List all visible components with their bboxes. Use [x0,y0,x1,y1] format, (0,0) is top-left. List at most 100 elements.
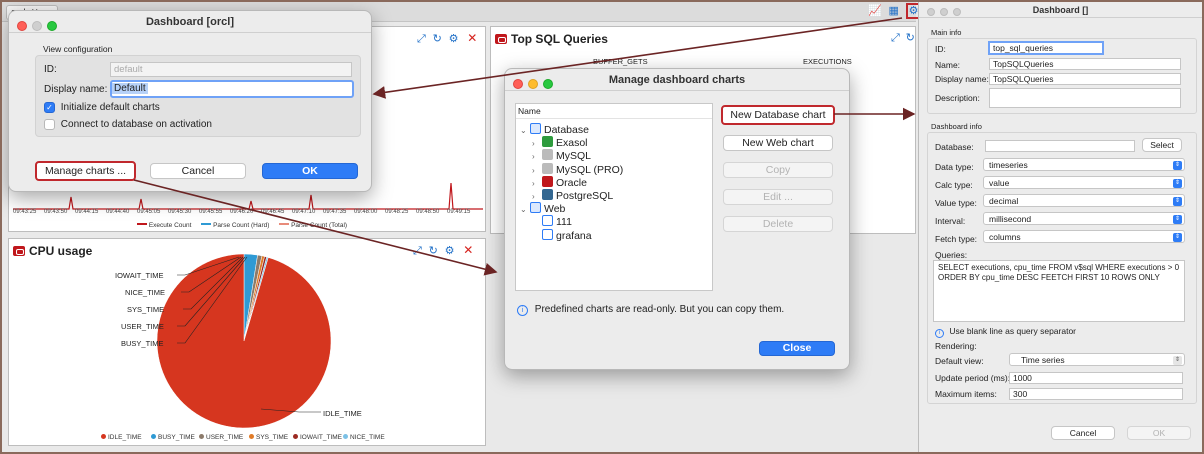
value-type-select[interactable]: decimal ⇕ [983,194,1185,207]
fetch-type-value: columns [989,232,1021,242]
connect-on-activation-checkbox[interactable]: Connect to database on activation [44,119,212,130]
zoom-window-button[interactable] [953,8,961,16]
fetch-type-select[interactable]: columns ⇕ [983,230,1185,243]
new-web-chart-button[interactable]: New Web chart [723,135,833,151]
queries-label: Queries: [935,250,968,260]
chart-icon [542,215,553,227]
tree-item[interactable]: ⌄ Web [520,202,565,215]
close-window-button[interactable] [17,21,27,31]
database-icon [530,123,541,134]
legend-swatch [249,434,254,439]
tree-item[interactable]: 111 [532,215,572,228]
checkbox-unchecked-icon[interactable] [44,119,55,130]
chevron-right-icon[interactable]: › [532,152,542,161]
close-window-button[interactable] [513,79,523,89]
cancel-button[interactable]: Cancel [150,163,246,179]
manage-charts-button[interactable]: Manage charts ... [35,161,136,181]
tree-item-label: Exasol [556,137,588,150]
chevron-down-icon[interactable]: ⌄ [520,205,530,214]
tree-item[interactable]: › Exasol [532,136,588,149]
database-field[interactable] [985,140,1135,152]
chevron-updown-icon: ⇕ [1173,215,1182,224]
default-view-label: Default view: [935,356,984,366]
data-type-select[interactable]: timeseries ⇕ [983,158,1185,171]
panel-title: Top SQL Queries [511,32,608,46]
minimize-window-button[interactable] [940,8,948,16]
layout-icon[interactable]: ▦ [888,5,898,17]
description-field[interactable] [989,88,1181,108]
display-name-value: Default [112,83,148,94]
tree-item[interactable]: › Oracle [532,175,587,189]
zoom-window-button[interactable] [47,21,57,31]
time-tick: 09:46:20 [230,209,254,215]
maximize-icon[interactable]: ⤢ [417,33,426,45]
database-label: Database: [935,142,974,152]
chevron-down-icon[interactable]: ⌄ [520,126,530,135]
refresh-icon[interactable]: ↻ [433,33,442,45]
chevron-updown-icon: ⇕ [1173,161,1182,170]
chevron-right-icon[interactable]: › [532,166,542,175]
tree-item[interactable]: grafana [532,228,592,242]
init-default-checkbox[interactable]: ✓ Initialize default charts [44,102,160,113]
legend-swatch [343,434,348,439]
chevron-updown-icon: ⇕ [1173,179,1182,188]
maximize-icon[interactable]: ⤢ [891,32,900,44]
legend-label: USER_TIME [206,434,244,441]
minimize-window-button[interactable] [32,21,42,31]
close-window-button[interactable] [927,8,935,16]
close-button[interactable]: Close [759,341,835,356]
legend-swatch [293,434,298,439]
display-name-field[interactable]: Default [110,80,354,98]
update-period-field[interactable]: 1000 [1009,372,1183,384]
calc-type-select[interactable]: value ⇕ [983,176,1185,189]
edit-button[interactable]: Edit ... [723,189,833,205]
chevron-updown-icon: ⇕ [1173,233,1182,242]
display-name-field[interactable]: TopSQLQueries [989,73,1181,85]
name-field[interactable]: TopSQLQueries [989,58,1181,70]
tree-item[interactable]: › PostgreSQL [532,189,613,202]
time-tick: 09:47:35 [323,209,347,215]
new-database-chart-button[interactable]: New Database chart [721,105,835,125]
tree-item-label: Database [544,124,589,136]
max-items-field[interactable]: 300 [1009,388,1183,400]
time-tick: 09:48:50 [416,209,440,215]
init-default-label: Initialize default charts [60,102,160,114]
postgresql-icon [542,189,553,200]
default-view-select[interactable]: Time series ⇕ [1009,353,1185,366]
tree-item[interactable]: › MySQL (PRO) [532,162,623,176]
minimize-window-button[interactable] [528,79,538,89]
zoom-window-button[interactable] [543,79,553,89]
display-name-label: Display name: [44,84,108,95]
tree-item-label: 111 [556,216,572,229]
chevron-right-icon[interactable]: › [532,179,542,188]
main-info-section: Main info [931,28,962,37]
chart-tree[interactable]: Name ⌄ Database › Exasol › MySQL › MySQL (PRO) ›… [515,103,713,291]
chevron-right-icon[interactable]: › [532,139,542,148]
close-icon[interactable]: ✕ [467,31,477,45]
tree-item[interactable]: ⌄ Database [520,123,589,136]
legend-label: Execute Count [148,222,192,229]
ok-button[interactable]: OK [262,163,358,179]
update-period-label: Update period (ms): [935,373,1011,383]
chart-editor-dialog: Dashboard [] Main info ID: top_sql_queri… [918,2,1202,452]
refresh-icon[interactable]: ↻ [906,32,915,44]
copy-button[interactable]: Copy [723,162,833,178]
select-database-button[interactable]: Select [1142,138,1182,152]
checkbox-checked-icon[interactable]: ✓ [44,102,55,113]
chart-id-field[interactable]: top_sql_queries [988,41,1104,55]
queries-textarea[interactable]: SELECT executions, cpu_time FROM v$sql W… [933,260,1185,322]
tree-item[interactable]: › MySQL [532,149,591,162]
dialog-titlebar: Dashboard [] [919,2,1202,18]
panel-tools: ⤢ ↻ ⚙ ✕ [417,31,477,46]
gear-icon[interactable]: ⚙ [449,33,459,45]
cpu-legend: IDLE_TIME BUSY_TIME USER_TIME SYS_TIME IOWAI… [9,434,487,444]
ok-button[interactable]: OK [1127,426,1191,440]
cancel-button[interactable]: Cancel [1051,426,1115,440]
interval-select[interactable]: millisecond ⇕ [983,212,1185,225]
chevron-right-icon[interactable]: › [532,192,542,201]
callout-idle: IDLE_TIME [323,409,362,418]
time-tick: 09:48:00 [354,209,378,215]
time-tick: 09:44:15 [75,209,99,215]
delete-button[interactable]: Delete [723,216,833,232]
chart-icon[interactable]: 📈 [868,5,882,17]
